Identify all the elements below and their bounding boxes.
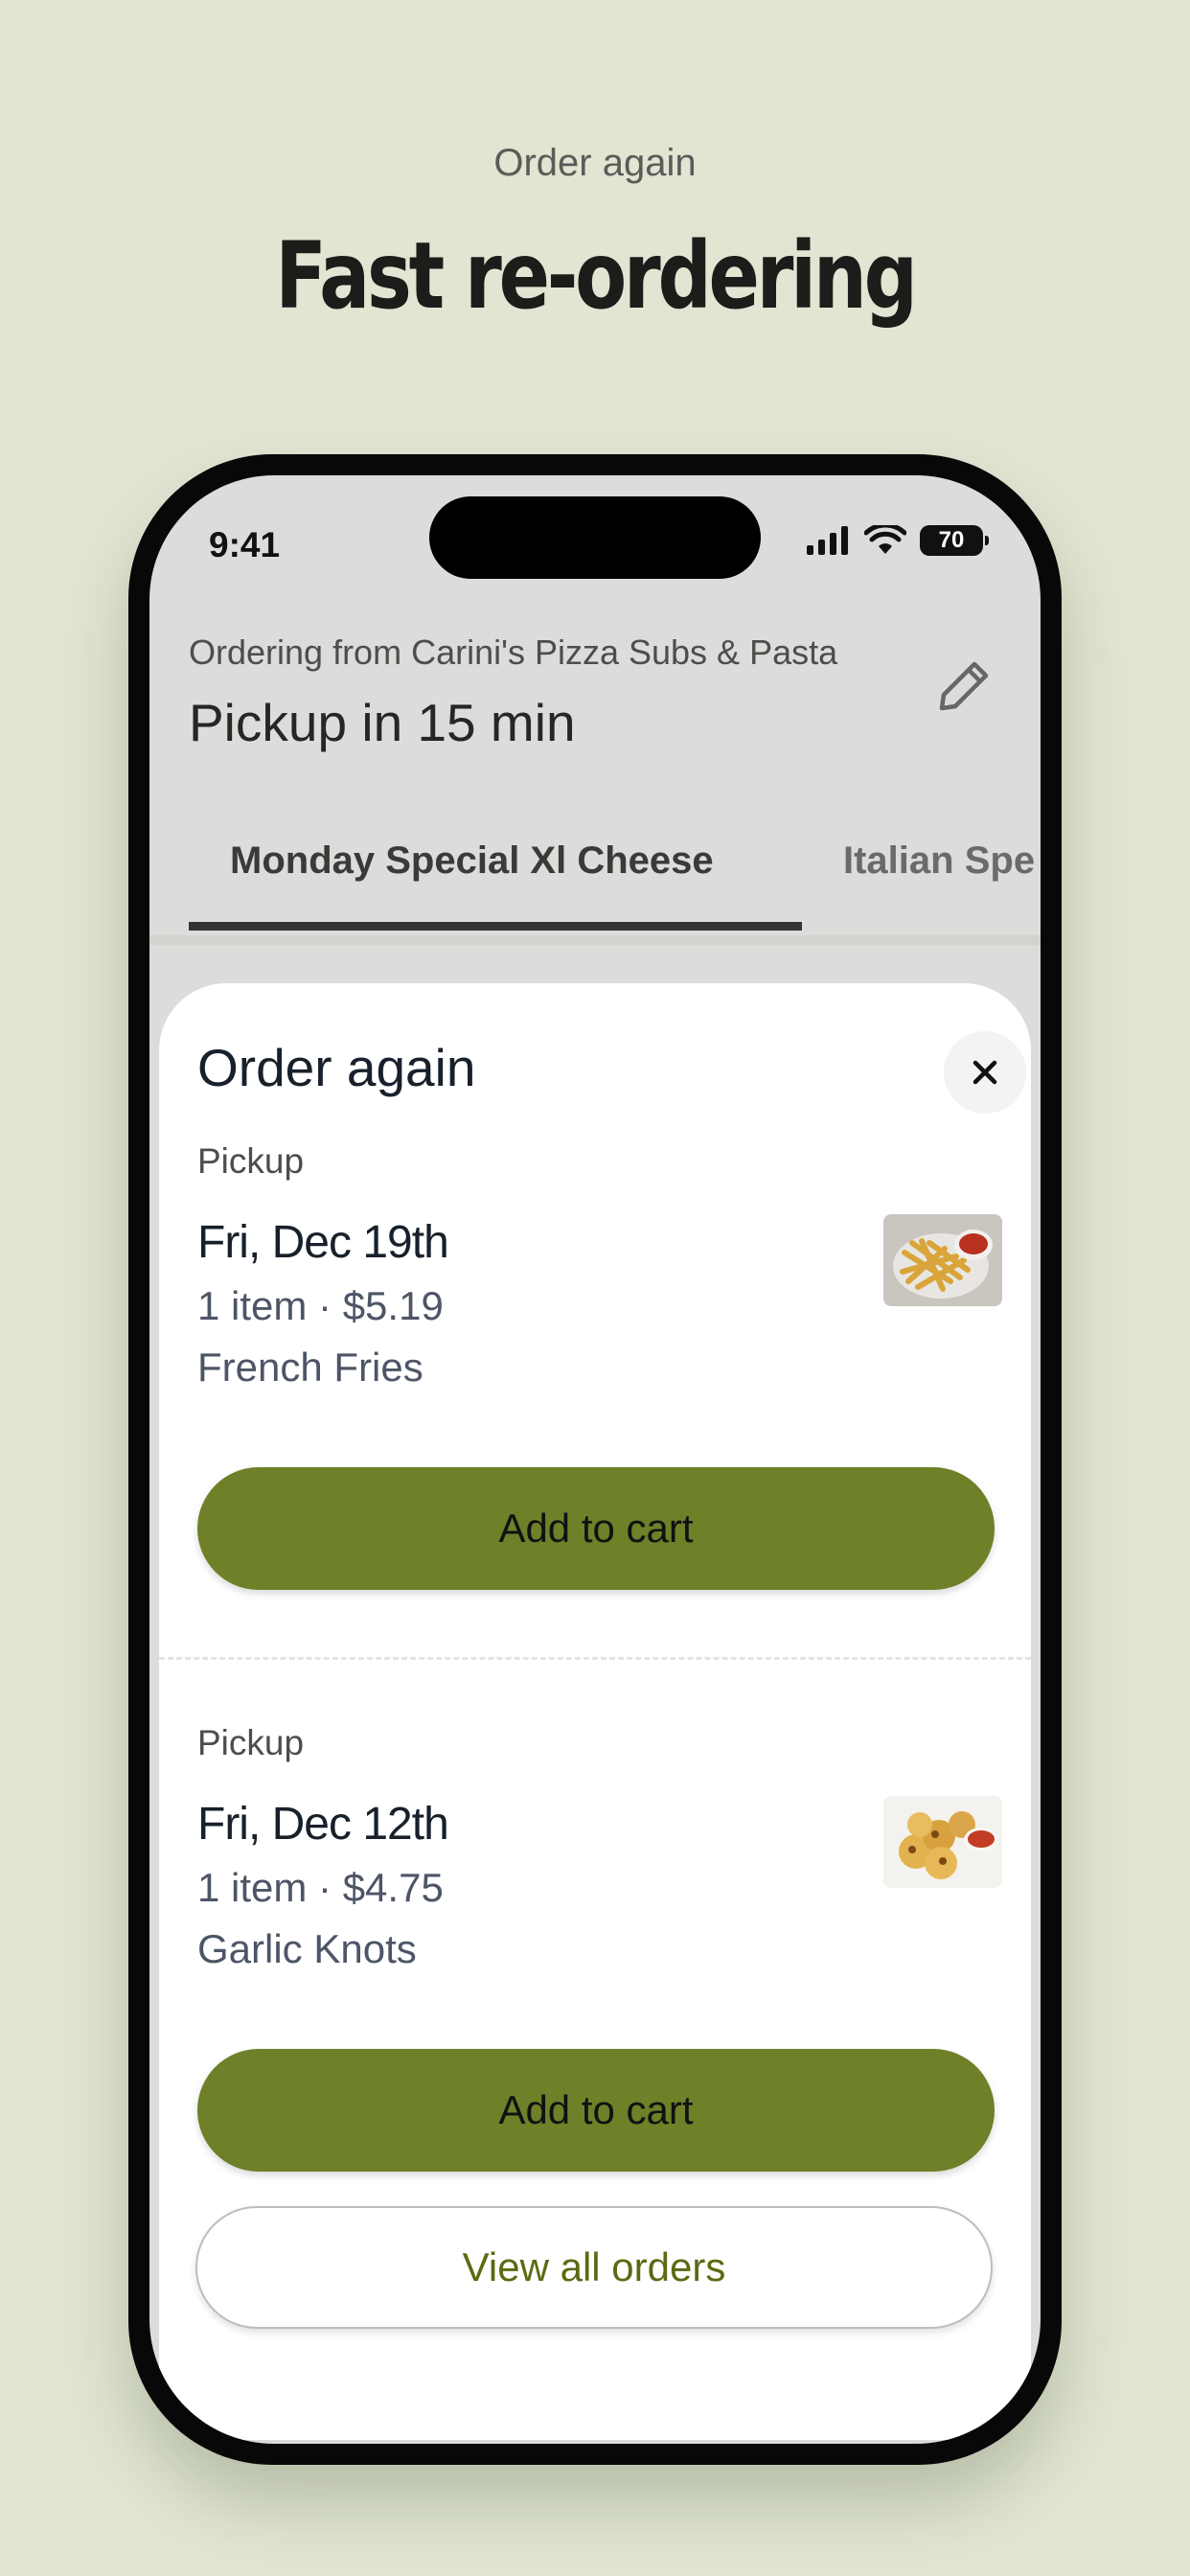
french-fries-thumbnail	[883, 1214, 1002, 1306]
battery-level: 70	[938, 527, 965, 553]
dynamic-island	[429, 496, 761, 579]
edit-order-button[interactable]	[926, 648, 1002, 724]
close-button[interactable]	[944, 1031, 1026, 1114]
order-date: Fri, Dec 19th	[197, 1217, 449, 1268]
tabs-divider	[149, 935, 1041, 945]
order-items: Garlic Knots	[197, 1926, 417, 1971]
marketing-eyebrow: Order again	[493, 142, 697, 184]
pencil-icon	[939, 661, 989, 711]
order-summary: 1 item · $5.19	[197, 1283, 444, 1328]
category-tabs: Monday Special Xl Cheese Italian Spe	[149, 801, 1041, 935]
active-tab-indicator	[189, 922, 802, 931]
sheet-title: Order again	[197, 1038, 476, 1097]
status-time: 9:41	[209, 525, 281, 564]
tab-monday-special[interactable]: Monday Special Xl Cheese	[230, 840, 714, 883]
wifi-icon	[864, 525, 906, 554]
signal-icon	[807, 526, 848, 555]
pickup-time[interactable]: Pickup in 15 min	[189, 692, 576, 753]
add-to-cart-button[interactable]: Add to cart	[197, 1467, 995, 1590]
phone-screen: 9:41 70 Ordering from Carini's Pizza Sub…	[149, 475, 1041, 2444]
order-type: Pickup	[197, 1723, 305, 1762]
battery-icon: 70	[920, 525, 989, 556]
order-card: Pickup Fri, Dec 12th 1 item · $4.75 Garl…	[159, 1723, 1031, 2202]
garlic-knots-thumbnail	[883, 1796, 1002, 1888]
marketing-headline: Fast re-ordering	[275, 222, 918, 330]
phone-frame: 9:41 70 Ordering from Carini's Pizza Sub…	[128, 454, 1062, 2465]
status-bar: 9:41 70	[149, 475, 1041, 619]
add-to-cart-button[interactable]: Add to cart	[197, 2049, 995, 2172]
ordering-from-label: Ordering from Carini's Pizza Subs & Past…	[189, 632, 838, 672]
order-items: French Fries	[197, 1345, 423, 1390]
order-date: Fri, Dec 12th	[197, 1799, 449, 1850]
close-icon	[973, 1060, 997, 1085]
order-summary: 1 item · $4.75	[197, 1865, 444, 1910]
status-icons: 70	[805, 525, 989, 556]
order-divider	[159, 1657, 1031, 1660]
order-type: Pickup	[197, 1141, 305, 1181]
view-all-orders-button[interactable]: View all orders	[195, 2206, 993, 2329]
order-card: Pickup Fri, Dec 19th 1 item · $5.19 Fren…	[159, 1141, 1031, 1621]
tab-italian-special[interactable]: Italian Spe	[843, 840, 1035, 883]
